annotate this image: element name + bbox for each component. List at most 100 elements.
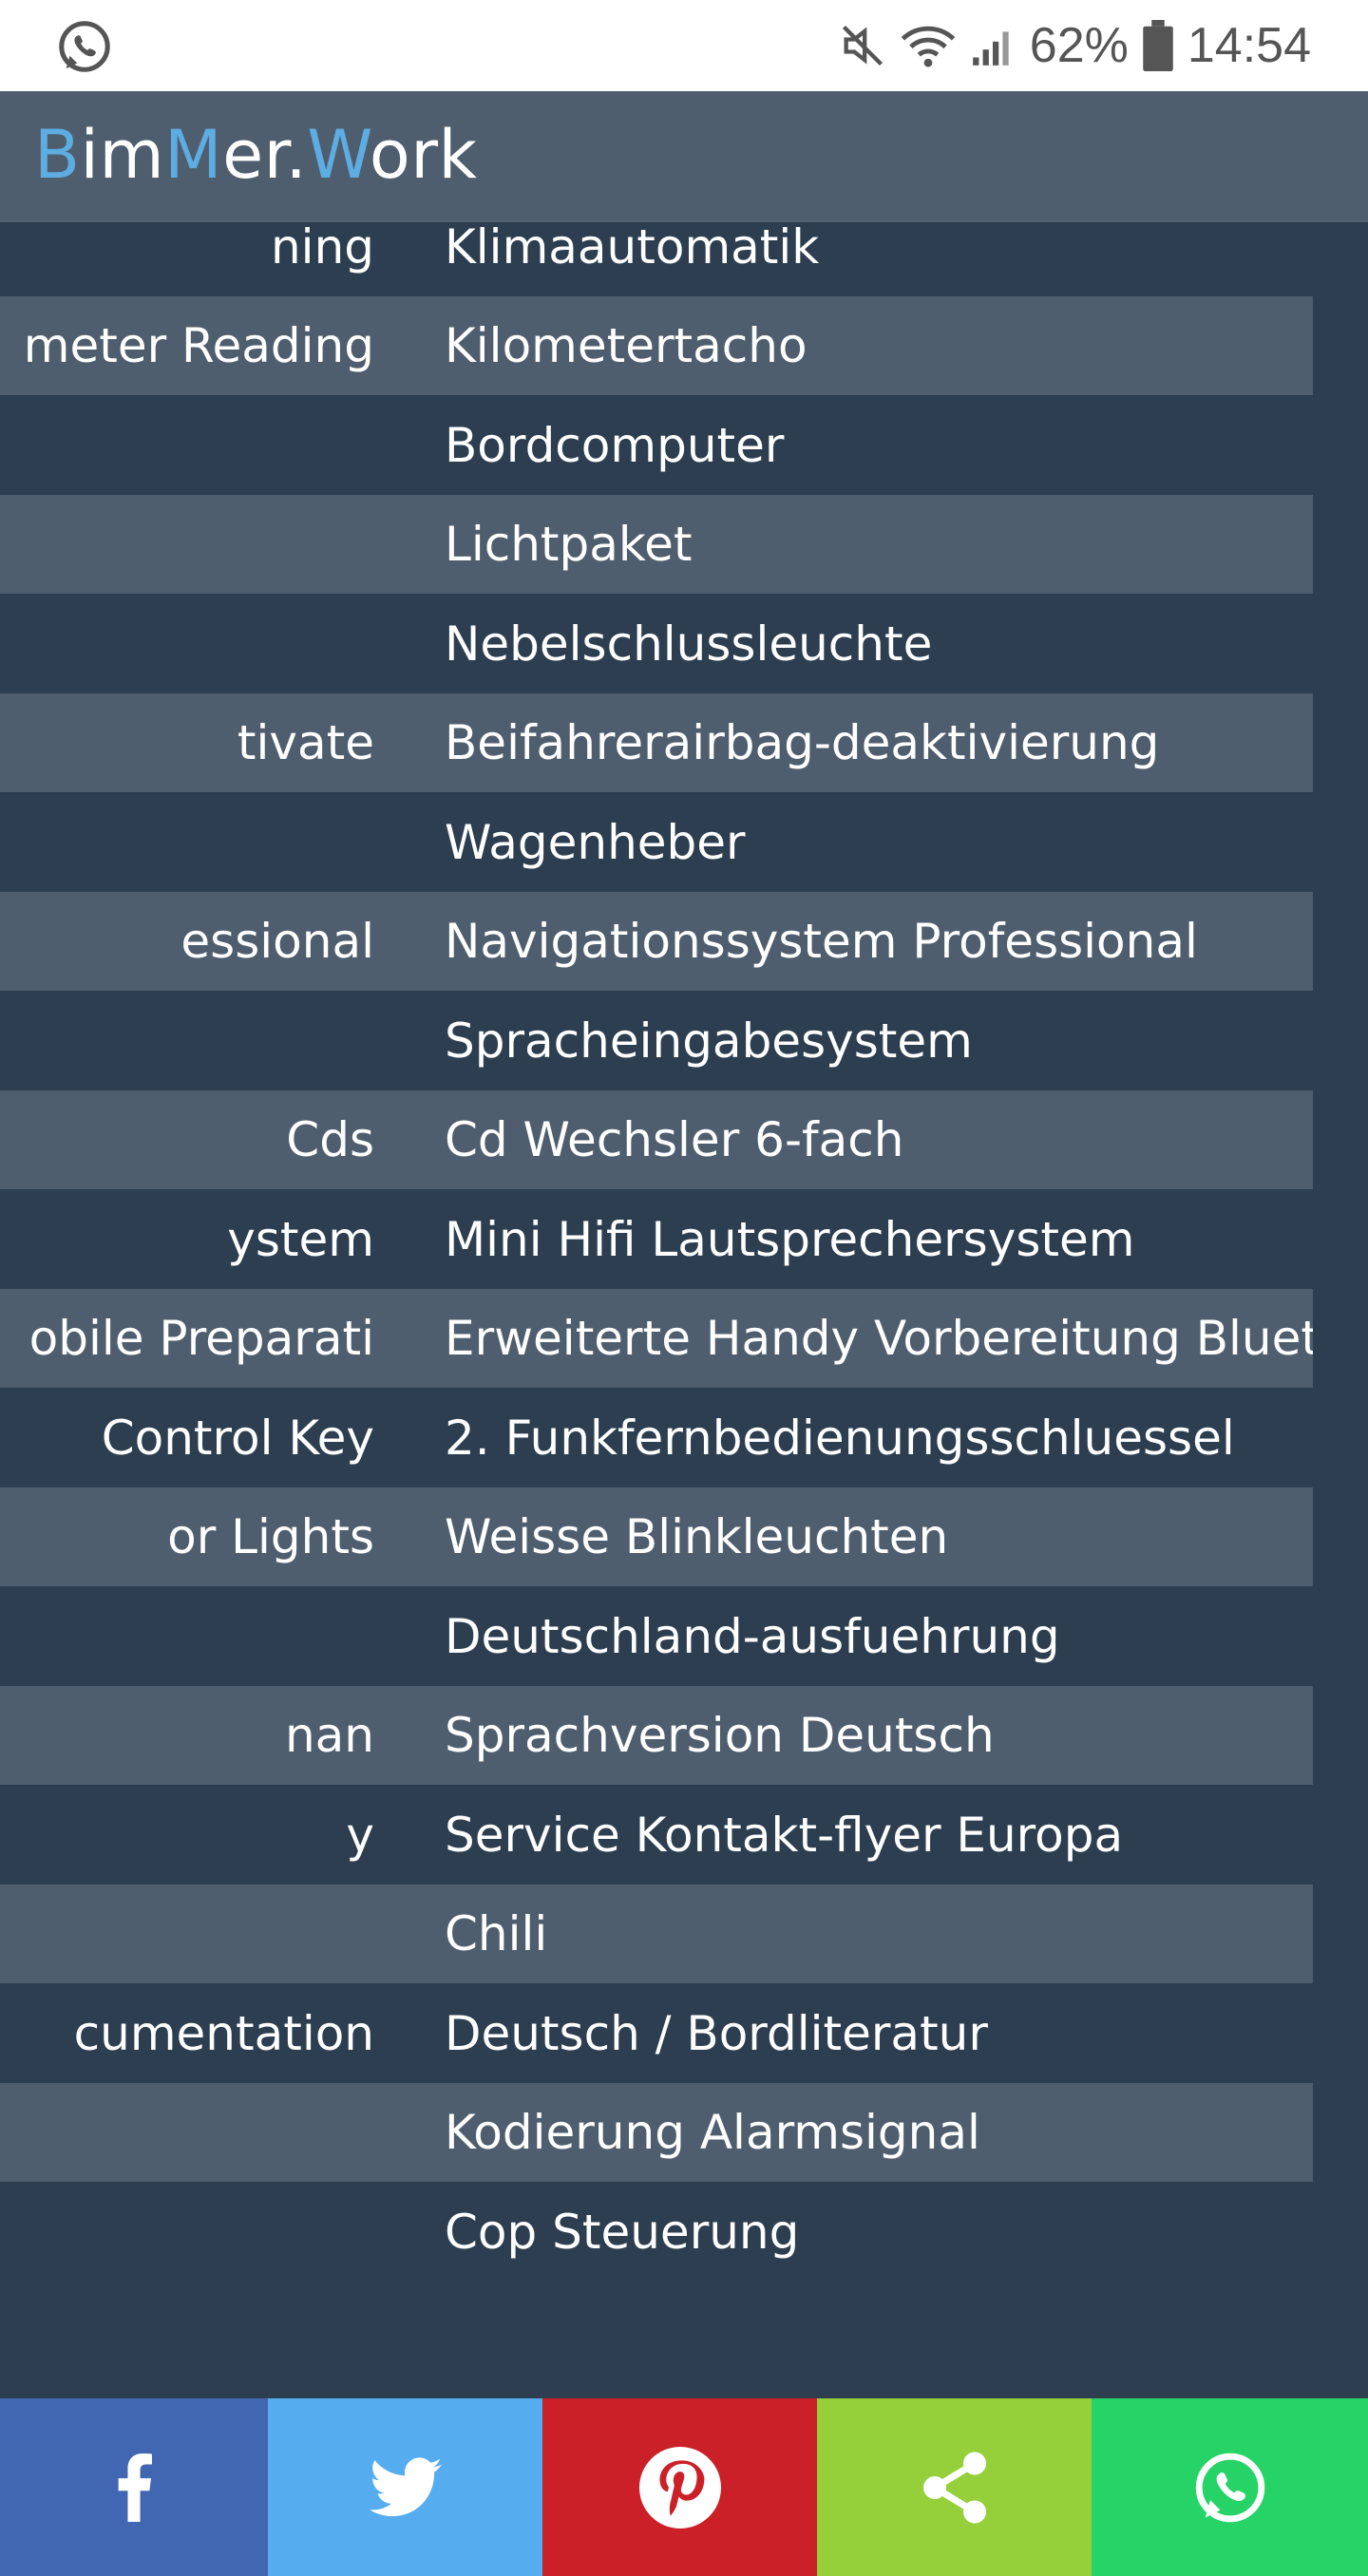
twitter-share-button[interactable] <box>268 2398 542 2576</box>
english-cell: nan <box>0 1686 374 1785</box>
table-row: tivate Beifahrerairbag-deaktivierung <box>0 693 1313 792</box>
pinterest-share-button[interactable] <box>542 2398 817 2576</box>
german-label: Spracheingabesystem <box>445 1013 973 1069</box>
english-label: cumentation <box>73 2005 374 2061</box>
table-row: Lichtpaket <box>0 495 1313 594</box>
german-label: Deutsch / Bordliteratur <box>445 2005 988 2061</box>
german-label: Deutschland-ausfuehrung <box>445 1608 1060 1664</box>
english-label: tivate <box>237 715 374 770</box>
brand-part: M <box>164 116 223 194</box>
german-label: Cop Steuerung <box>445 2204 800 2260</box>
english-label: essional <box>180 914 374 969</box>
twitter-icon <box>369 2456 442 2516</box>
battery-icon <box>1143 20 1173 71</box>
german-label: Wagenheber <box>445 814 746 870</box>
german-label: Navigationssystem Professional <box>445 914 1198 969</box>
english-cell <box>0 2183 374 2282</box>
mute-icon <box>842 25 883 66</box>
table-row: Nebelschlussleuchte <box>0 594 1313 693</box>
table-row: meter Reading Kilometertacho <box>0 296 1313 395</box>
english-cell <box>0 396 374 495</box>
generic-share-button[interactable] <box>817 2398 1092 2576</box>
english-cell: Cds <box>0 1090 374 1189</box>
signal-icon <box>972 31 1009 66</box>
brand-part: B <box>34 116 81 194</box>
table-row: essional Navigationssystem Professional <box>0 892 1313 991</box>
english-label: Cds <box>286 1112 374 1167</box>
clock: 14:54 <box>1187 18 1311 73</box>
battery-percent: 62% <box>1029 18 1129 73</box>
english-cell: essional <box>0 892 374 991</box>
german-label: Bordcomputer <box>445 417 785 473</box>
brand-part: W <box>307 116 370 194</box>
table-row: Cds Cd Wechsler 6-fach <box>0 1090 1313 1189</box>
english-cell: meter Reading <box>0 296 374 395</box>
table-row: Spracheingabesystem <box>0 991 1313 1090</box>
german-label: Cd Wechsler 6-fach <box>445 1112 904 1167</box>
facebook-icon <box>118 2453 152 2522</box>
english-label: ystem <box>227 1211 374 1267</box>
table-row: Wagenheber <box>0 792 1313 892</box>
table-row: nan Sprachversion Deutsch <box>0 1686 1313 1785</box>
share-icon <box>922 2452 986 2523</box>
english-label: or Lights <box>167 1509 374 1564</box>
table-row: Deutschland-ausfuehrung <box>0 1586 1313 1686</box>
table-row: Bordcomputer <box>0 395 1313 495</box>
english-cell: Control Key <box>0 1389 374 1487</box>
german-label: Nebelschlussleuchte <box>445 616 933 672</box>
status-bar: 62% 14:54 <box>0 0 1368 91</box>
german-label: Beifahrerairbag-deaktivierung <box>445 715 1160 770</box>
english-cell <box>0 1885 374 1983</box>
whatsapp-share-button[interactable] <box>1092 2398 1368 2576</box>
english-cell <box>0 992 374 1090</box>
table-row: Cop Steuerung <box>0 2182 1313 2282</box>
brand-part: ork <box>369 116 478 194</box>
table-row: obile Preparati Erweiterte Handy Vorberei… <box>0 1289 1313 1388</box>
german-label: 2. Funkfernbedienungsschluessel <box>445 1410 1235 1466</box>
brand-part: er. <box>222 116 308 194</box>
english-cell <box>0 1587 374 1686</box>
app-header: BimMer.Work <box>0 91 1368 222</box>
english-label: obile Preparati <box>28 1311 374 1366</box>
german-label: Chili <box>445 1906 548 1961</box>
german-label: Weisse Blinkleuchten <box>445 1509 949 1564</box>
german-label: Erweiterte Handy Vorbereitung Bluet <box>445 1311 1313 1366</box>
table-row: Control Key 2. Funkfernbedienungsschluess… <box>0 1388 1313 1487</box>
whatsapp-icon <box>59 21 110 72</box>
german-label: Service Kontakt-flyer Europa <box>445 1807 1124 1863</box>
english-cell: obile Preparati <box>0 1289 374 1388</box>
whatsapp-icon <box>1195 2453 1264 2522</box>
table-row: Chili <box>0 1885 1313 1983</box>
german-label: Kodierung Alarmsignal <box>445 2105 980 2160</box>
english-label: meter Reading <box>23 318 374 373</box>
english-cell <box>0 595 374 693</box>
wifi-icon <box>901 26 956 67</box>
site-logo[interactable]: BimMer.Work <box>34 116 478 194</box>
english-cell <box>0 2083 374 2182</box>
table-row: Kodierung Alarmsignal <box>0 2083 1313 2182</box>
german-label: Lichtpaket <box>445 517 693 572</box>
table-row: or Lights Weisse Blinkleuchten <box>0 1487 1313 1586</box>
options-table: Xenon-lichtningKlimaautomatikmeter Readi… <box>0 163 1313 2329</box>
english-cell <box>0 495 374 594</box>
facebook-share-button[interactable] <box>0 2398 268 2576</box>
german-label: Mini Hifi Lautsprechersystem <box>445 1211 1135 1267</box>
english-cell: ystem <box>0 1190 374 1289</box>
page-gutter <box>1313 222 1368 2397</box>
english-label: nan <box>284 1708 374 1763</box>
german-label: Kilometertacho <box>445 318 808 373</box>
english-cell: or Lights <box>0 1487 374 1586</box>
english-cell: y <box>0 1786 374 1885</box>
table-row: y Service Kontakt-flyer Europa <box>0 1785 1313 1885</box>
share-bar <box>0 2398 1368 2576</box>
english-label: Control Key <box>101 1410 374 1466</box>
english-cell: tivate <box>0 693 374 792</box>
english-cell <box>0 793 374 892</box>
pinterest-icon <box>638 2446 721 2529</box>
table-row: cumentation Deutsch / Bordliteratur <box>0 1983 1313 2083</box>
english-label: y <box>346 1807 374 1863</box>
brand-part: im <box>80 116 165 194</box>
table-row: ystem Mini Hifi Lautsprechersystem <box>0 1189 1313 1289</box>
english-cell: cumentation <box>0 1984 374 2083</box>
german-label: Sprachversion Deutsch <box>445 1708 995 1763</box>
